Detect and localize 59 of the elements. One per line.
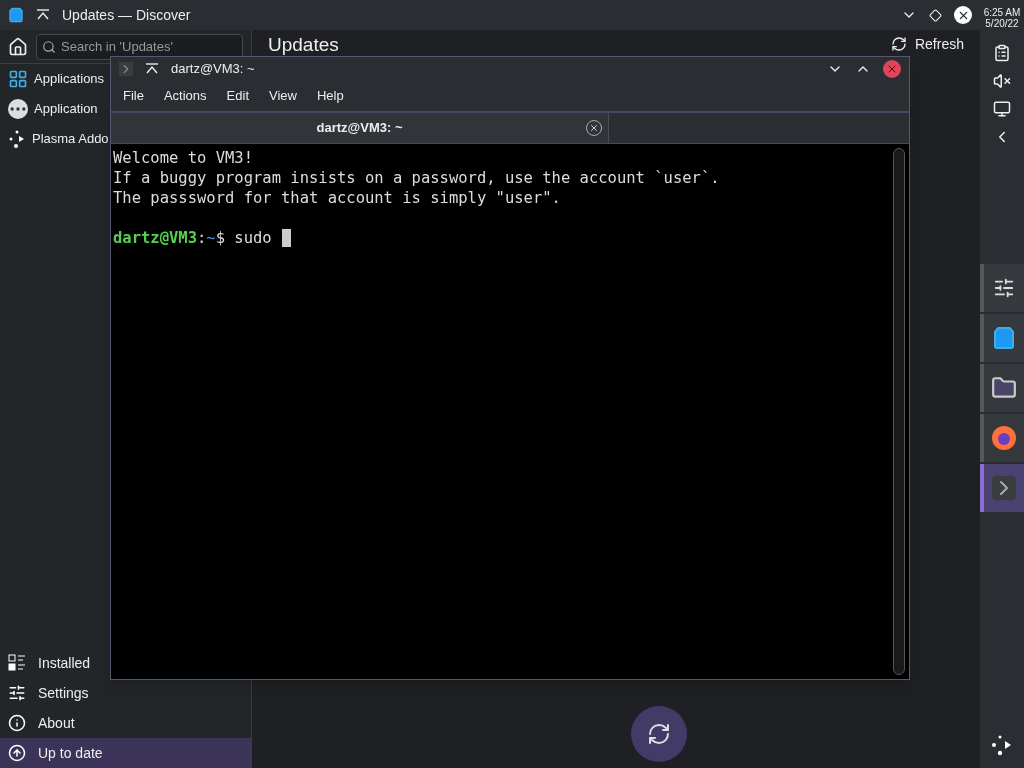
list-icon — [8, 654, 26, 672]
menu-item[interactable]: Help — [308, 82, 352, 110]
sliders-icon — [8, 684, 26, 702]
prompt-icon — [119, 62, 133, 76]
search-icon — [42, 39, 56, 54]
scrollbar[interactable] — [893, 148, 905, 675]
page-heading: Updates — [268, 34, 339, 54]
keep-above-icon[interactable] — [145, 63, 159, 75]
menu-item[interactable]: Edit — [218, 82, 257, 110]
refresh-icon — [647, 722, 671, 746]
close-icon — [886, 63, 898, 75]
nav-item[interactable]: Installed — [0, 648, 103, 678]
terminal-line: Welcome to VM3! — [113, 148, 254, 168]
folder-icon — [991, 375, 1017, 401]
refresh-icon — [890, 36, 907, 52]
nav-item[interactable]: Plasma Addo — [32, 129, 109, 149]
refresh-button[interactable]: Refresh — [890, 33, 964, 55]
info-icon — [8, 714, 26, 732]
maximize-icon[interactable] — [929, 8, 942, 22]
window-title: dartz@VM3: ~ — [171, 60, 255, 79]
terminal-tab[interactable]: dartz@VM3: ~ — [111, 113, 609, 143]
more-icon — [8, 99, 28, 119]
close-button[interactable] — [954, 6, 972, 24]
close-icon — [589, 123, 599, 133]
nav-item[interactable]: Applications — [34, 69, 105, 89]
terminal-screen[interactable]: Welcome to VM3! If a buggy program insists on a password, use the account `user`. The passsword for that account is simply "user". dartz@VM3:~$ sudo — [111, 143, 909, 679]
terminal-line: If a buggy program insists on a password, use the account `user`. — [113, 168, 721, 188]
nav-item[interactable]: Application — [34, 99, 98, 119]
keep-above-icon[interactable] — [36, 9, 50, 21]
mute-icon[interactable] — [993, 72, 1011, 90]
dock-item[interactable] — [980, 414, 1024, 462]
text-cursor — [281, 229, 291, 247]
clipboard-icon[interactable] — [993, 44, 1011, 62]
dots-icon — [8, 130, 26, 148]
menu-item[interactable]: Actions — [155, 82, 215, 110]
menu-item[interactable]: File — [115, 82, 152, 110]
update-button[interactable] — [631, 706, 687, 762]
menu-item[interactable]: View — [261, 82, 305, 110]
terminal-line: The passsword for that account is simply "user". — [113, 188, 562, 208]
grid-icon — [8, 69, 28, 89]
app-icon — [8, 7, 24, 23]
nav-item[interactable]: Settings — [0, 678, 101, 708]
nav-item[interactable]: About — [0, 708, 87, 738]
nav-item[interactable]: Up to date — [0, 738, 251, 768]
monitor-icon[interactable] — [993, 100, 1011, 118]
clock-time: 6:25 AM — [983, 7, 1021, 18]
globe-icon — [990, 424, 1018, 452]
dock-item[interactable] — [980, 264, 1024, 312]
sliders-icon — [993, 277, 1015, 299]
dock-item[interactable] — [980, 364, 1024, 412]
search-field[interactable]: Search in 'Updates' — [36, 33, 243, 60]
prompt-icon — [992, 476, 1016, 500]
dock-item[interactable] — [980, 314, 1024, 362]
terminal-prompt: dartz@VM3:~$ sudo — [113, 228, 272, 248]
dots-icon[interactable] — [991, 734, 1013, 756]
arrow-up-icon — [8, 744, 26, 762]
clock-date: 5/20/22 — [985, 18, 1019, 29]
home-icon[interactable] — [8, 36, 28, 57]
window-title: Updates — Discover — [62, 5, 191, 25]
